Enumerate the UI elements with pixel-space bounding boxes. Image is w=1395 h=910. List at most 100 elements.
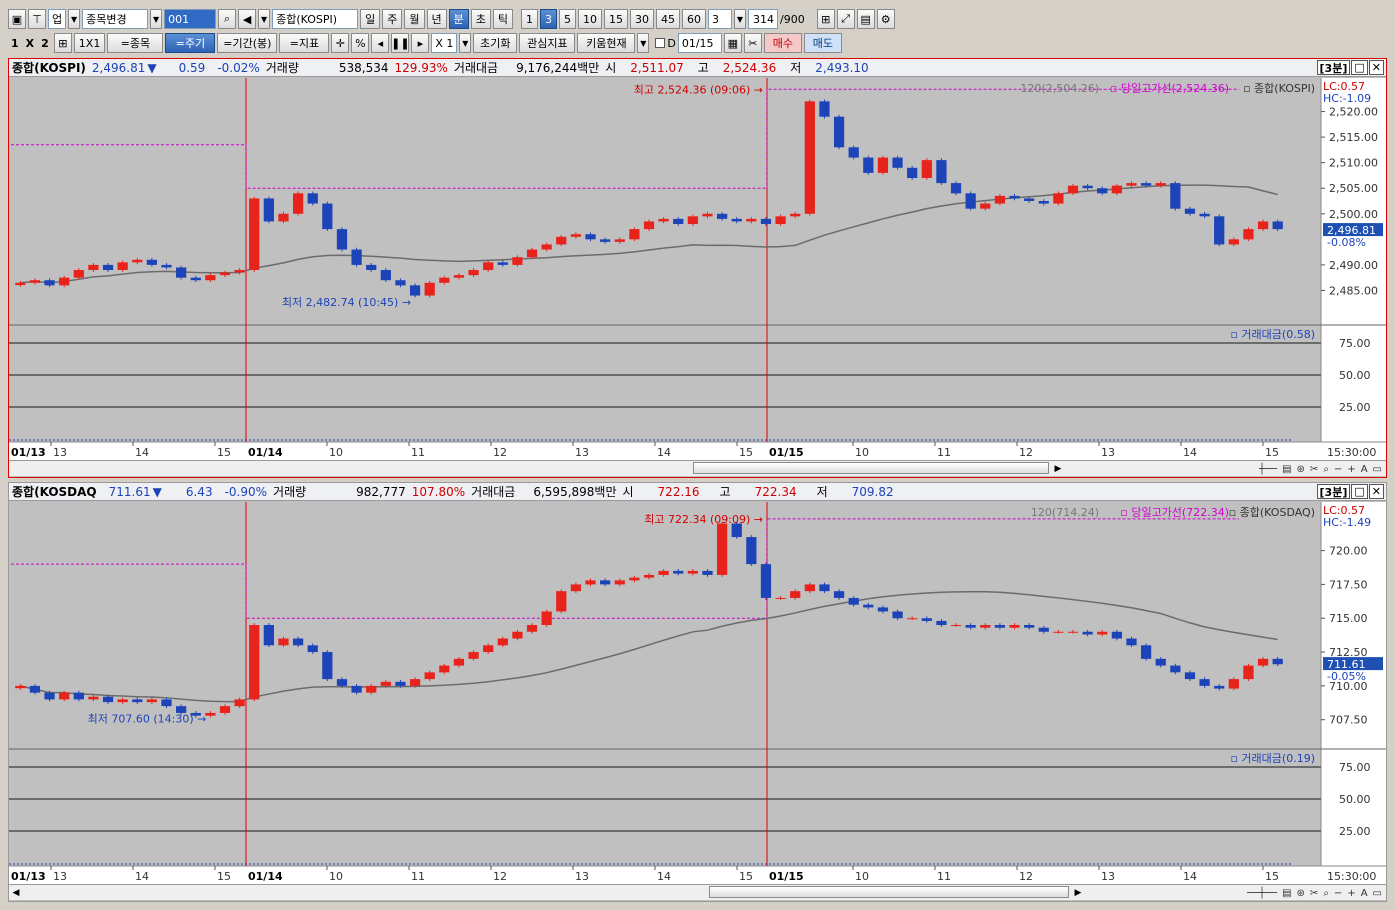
kosdaq-candle: [819, 584, 830, 592]
sync-period-button[interactable]: =주기: [165, 33, 216, 53]
kospi-scrollbar[interactable]: ▶ ┼── ▤ ⊛ ✂ ⌕ − + A ▭: [9, 460, 1386, 476]
minute-45-button[interactable]: 45: [656, 9, 680, 29]
calendar-icon[interactable]: ▦: [723, 33, 742, 53]
minute-1-button[interactable]: 1: [521, 9, 538, 29]
layout-1x1-button[interactable]: 1X1: [73, 33, 106, 53]
period-week-button[interactable]: 주: [382, 9, 403, 29]
kospi-chart-panel[interactable]: 종합(KOSPI) 2,496.81 ▼ 0.59 -0.02% 거래량 538…: [8, 58, 1387, 478]
sync-stock-button[interactable]: =종목: [107, 33, 164, 53]
stock-name-field[interactable]: 종합(KOSPI): [272, 9, 359, 29]
kospi-plot-bg: [9, 78, 1386, 462]
kosdaq-frame-badge[interactable]: [3분]: [1316, 484, 1351, 499]
search-icon[interactable]: ⌕: [218, 9, 237, 29]
layout-grid-icon[interactable]: ⊞: [53, 33, 72, 53]
period-day-button[interactable]: 일: [360, 9, 381, 29]
period-second-button[interactable]: 초: [470, 9, 491, 29]
period-minute-button[interactable]: 분: [448, 9, 469, 29]
kospi-candle: [307, 193, 318, 204]
gear-icon[interactable]: ⚙: [876, 9, 895, 29]
kospi-slider-icon[interactable]: ┼──: [1259, 464, 1277, 475]
kosdaq-table-icon[interactable]: ▤: [1282, 888, 1291, 899]
kosdaq-text-icon[interactable]: A: [1361, 888, 1368, 899]
kospi-scroll-right-icon[interactable]: ▶: [1051, 462, 1065, 476]
zoom-select[interactable]: X 1: [431, 33, 458, 53]
kosdaq-scrollbar[interactable]: ◀ ▶ ──┼── ▤ ⊛ ✂ ⌕ − + A ▭: [9, 884, 1386, 900]
window-icon[interactable]: ▣: [8, 9, 26, 29]
sell-button[interactable]: 매도: [803, 33, 842, 53]
code-input[interactable]: 001: [164, 9, 217, 29]
kosdaq-plus-icon[interactable]: +: [1347, 888, 1355, 899]
kosdaq-candle: [1097, 631, 1108, 635]
kospi-table-icon[interactable]: ▤: [1282, 464, 1291, 475]
change-stock-dropdown-icon[interactable]: ▼: [150, 9, 163, 29]
save-icon[interactable]: ▤: [856, 9, 875, 29]
d-checkbox[interactable]: [655, 38, 666, 48]
market-select[interactable]: 업: [48, 9, 67, 29]
kospi-fork-icon[interactable]: ⊛: [1297, 464, 1305, 475]
kospi-close-icon[interactable]: ✕: [1368, 60, 1384, 75]
kospi-chart[interactable]: 2,520.00 2,515.00 2,510.00 2,505.00 2,500.00…: [9, 78, 1386, 462]
kosdaq-slider-icon[interactable]: ──┼──: [1247, 888, 1277, 899]
kosdaq-comment-icon[interactable]: ▭: [1373, 888, 1382, 899]
kospi-frame-badge[interactable]: [3분]: [1316, 60, 1351, 75]
date-input[interactable]: 01/15: [677, 33, 722, 53]
kosdaq-maximize-icon[interactable]: □: [1351, 484, 1368, 499]
kosdaq-minus-icon[interactable]: −: [1334, 888, 1342, 899]
kosdaq-fork-icon[interactable]: ⊛: [1297, 888, 1305, 899]
kosdaq-scroll-left-icon[interactable]: ◀: [9, 886, 23, 900]
minute-5-button[interactable]: 5: [559, 9, 576, 29]
change-stock-select[interactable]: 종목변경: [82, 9, 149, 29]
chart-tools-icon[interactable]: ⤢: [836, 9, 855, 29]
zoom-dropdown-icon[interactable]: ▼: [459, 33, 472, 53]
sync-indicator-button[interactable]: =지표: [279, 33, 330, 53]
prev-icon[interactable]: ◂: [371, 33, 390, 53]
kosdaq-scroll-thumb[interactable]: [709, 886, 1069, 898]
kosdaq-xaxis-hour: 13: [53, 870, 67, 883]
kiwoom-dropdown-icon[interactable]: ▼: [637, 33, 650, 53]
buy-button[interactable]: 매수: [763, 33, 802, 53]
kosdaq-candle: [249, 625, 260, 700]
interval-dropdown-icon[interactable]: ▼: [734, 9, 746, 29]
layout-2-button[interactable]: 2: [38, 37, 52, 50]
minute-60-button[interactable]: 60: [682, 9, 706, 29]
kospi-window-controls: [3분] □ ✕: [1316, 60, 1384, 75]
period-tick-button[interactable]: 틱: [492, 9, 513, 29]
sync-range-button[interactable]: =기간(봉): [217, 33, 278, 53]
kospi-scroll-thumb[interactable]: [693, 462, 1049, 474]
pause-icon[interactable]: ❚❚: [391, 33, 410, 53]
layout-1-button[interactable]: 1: [8, 37, 22, 50]
kosdaq-chart-panel[interactable]: 종합(KOSDAQ 711.61 ▼ 6.43 -0.90% 거래량 982,7…: [8, 482, 1387, 902]
next-icon[interactable]: ▸: [411, 33, 430, 53]
kospi-comment-icon[interactable]: ▭: [1373, 464, 1382, 475]
kospi-text-icon[interactable]: A: [1361, 464, 1368, 475]
grid-settings-icon[interactable]: ⊞: [816, 9, 835, 29]
speaker-dropdown-icon[interactable]: ▼: [258, 9, 271, 29]
pin-icon[interactable]: ⊤: [28, 9, 46, 29]
minute-30-button[interactable]: 30: [630, 9, 654, 29]
kosdaq-zoom-icon[interactable]: ⌕: [1323, 888, 1329, 899]
kiwoom-current-button[interactable]: 키움현재: [577, 33, 636, 53]
kospi-maximize-icon[interactable]: □: [1351, 60, 1368, 75]
scissors-icon[interactable]: ✂: [743, 33, 762, 53]
interval-input[interactable]: 3: [708, 9, 732, 29]
minute-3-button[interactable]: 3: [540, 9, 557, 29]
minute-15-button[interactable]: 15: [604, 9, 628, 29]
kospi-scissors-icon[interactable]: ✂: [1310, 464, 1318, 475]
kosdaq-scissors-icon[interactable]: ✂: [1310, 888, 1318, 899]
speaker-icon[interactable]: ◀: [238, 9, 257, 29]
minute-10-button[interactable]: 10: [578, 9, 602, 29]
kospi-zoom-icon[interactable]: ⌕: [1323, 464, 1329, 475]
kosdaq-scroll-right-icon[interactable]: ▶: [1071, 886, 1085, 900]
kospi-plus-icon[interactable]: +: [1347, 464, 1355, 475]
market-dropdown-icon[interactable]: ▼: [68, 9, 81, 29]
count-input[interactable]: 314: [748, 9, 778, 29]
reset-button[interactable]: 초기화: [473, 33, 518, 53]
period-year-button[interactable]: 년: [426, 9, 447, 29]
kosdaq-close-icon[interactable]: ✕: [1368, 484, 1384, 499]
period-month-button[interactable]: 월: [404, 9, 425, 29]
kosdaq-chart[interactable]: 720.00717.50715.00712.50710.00707.5075.0…: [9, 502, 1386, 886]
crosshair-icon[interactable]: ✛: [331, 33, 350, 53]
kospi-minus-icon[interactable]: −: [1334, 464, 1342, 475]
watch-indicator-button[interactable]: 관심지표: [519, 33, 576, 53]
percent-button[interactable]: %: [351, 33, 370, 53]
